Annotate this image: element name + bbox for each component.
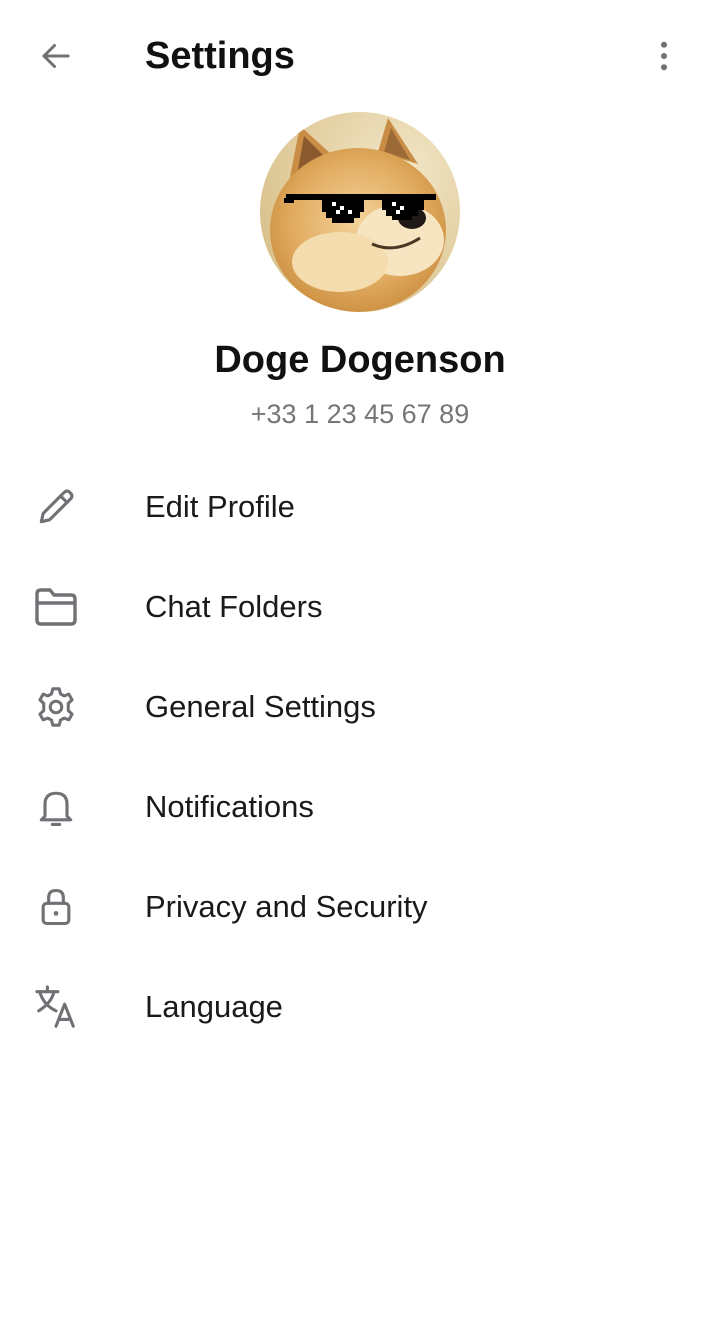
folder-icon xyxy=(28,579,84,635)
page-title: Settings xyxy=(145,35,295,77)
menu-item-label: Edit Profile xyxy=(145,489,295,524)
translate-icon xyxy=(28,979,84,1035)
back-button[interactable] xyxy=(28,28,84,84)
menu-item-edit-profile[interactable]: Edit Profile xyxy=(0,457,720,557)
pencil-icon xyxy=(28,479,84,535)
menu-item-label: Chat Folders xyxy=(145,589,323,624)
doge-avatar xyxy=(260,112,460,312)
more-options-button[interactable] xyxy=(636,28,692,84)
menu-item-label: Notifications xyxy=(145,789,314,824)
menu-item-language[interactable]: Language xyxy=(0,957,720,1057)
profile-avatar[interactable] xyxy=(260,112,460,312)
more-vertical-icon xyxy=(661,41,667,71)
top-app-bar: Settings xyxy=(0,0,720,112)
menu-item-label: Language xyxy=(145,989,283,1024)
menu-item-label: General Settings xyxy=(145,689,376,724)
menu-item-chat-folders[interactable]: Chat Folders xyxy=(0,557,720,657)
menu-item-general-settings[interactable]: General Settings xyxy=(0,657,720,757)
menu-item-notifications[interactable]: Notifications xyxy=(0,757,720,857)
gear-icon xyxy=(28,679,84,735)
settings-menu: Edit Profile Chat Folders General Settin… xyxy=(0,457,720,1057)
arrow-left-icon xyxy=(42,44,70,68)
lock-icon xyxy=(28,879,84,935)
profile-name: Doge Dogenson xyxy=(214,339,506,381)
profile-phone: +33 1 23 45 67 89 xyxy=(250,399,470,429)
bell-icon xyxy=(28,779,84,835)
menu-item-label: Privacy and Security xyxy=(145,889,428,924)
menu-item-privacy-security[interactable]: Privacy and Security xyxy=(0,857,720,957)
